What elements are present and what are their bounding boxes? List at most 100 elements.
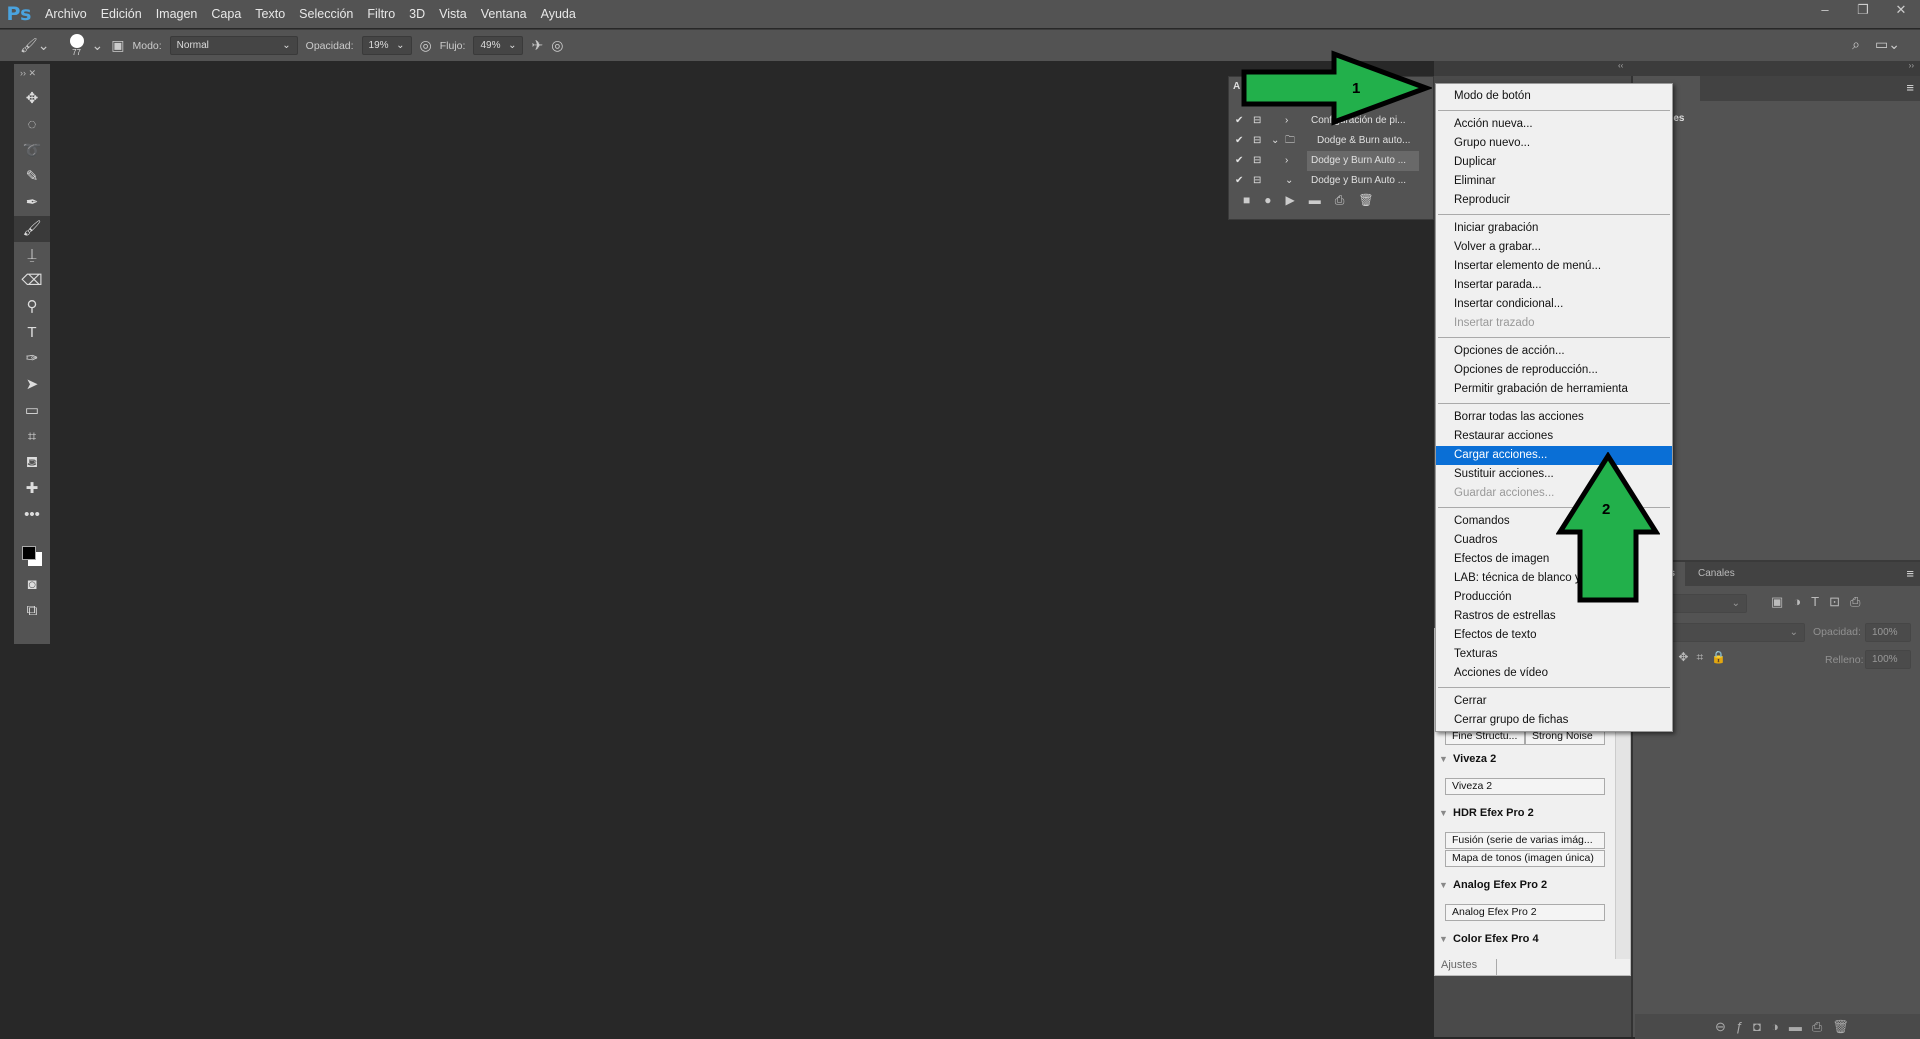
dialog-toggle-icon[interactable]: ⊟ bbox=[1253, 131, 1261, 151]
menu-9[interactable]: Ventana bbox=[474, 7, 534, 21]
type-tool-icon[interactable]: T bbox=[14, 320, 50, 346]
quick-mask-icon[interactable]: ◙ bbox=[14, 572, 50, 598]
checkmark-icon[interactable]: ✔ bbox=[1235, 171, 1243, 191]
quick-select-tool-icon[interactable]: ✎ bbox=[14, 164, 50, 190]
menu-item[interactable]: Insertar condicional... bbox=[1436, 295, 1672, 314]
fill-input[interactable]: 100% bbox=[1865, 650, 1911, 669]
pressure-opacity-icon[interactable]: ◎ bbox=[420, 37, 432, 54]
menu-0[interactable]: Archivo bbox=[38, 7, 94, 21]
workspace-icon[interactable]: ▭⌄ bbox=[1875, 36, 1900, 53]
checkmark-icon[interactable]: ✔ bbox=[1235, 131, 1243, 151]
nik-button[interactable]: Analog Efex Pro 2 bbox=[1445, 904, 1605, 921]
menu-item[interactable]: Acciones de vídeo bbox=[1436, 664, 1672, 683]
action-row[interactable]: ✔ ⊟ ⌄ Dodge y Burn Auto ... bbox=[1229, 171, 1419, 191]
rectangle-tool-icon[interactable]: ▭ bbox=[14, 398, 50, 424]
menu-item[interactable]: Texturas bbox=[1436, 645, 1672, 664]
eraser-tool-icon[interactable]: ⌫ bbox=[14, 268, 50, 294]
menu-item[interactable]: Reproducir bbox=[1436, 191, 1672, 210]
menu-item[interactable]: Grupo nuevo... bbox=[1436, 134, 1672, 153]
menu-item[interactable]: Efectos de texto bbox=[1436, 626, 1672, 645]
healing-tool-icon[interactable]: ✚ bbox=[14, 476, 50, 502]
nik-section-title[interactable]: Color Efex Pro 4 bbox=[1453, 933, 1539, 945]
menu-item[interactable]: Opciones de reproducción... bbox=[1436, 361, 1672, 380]
marquee-tool-icon[interactable]: ◌ bbox=[14, 112, 50, 138]
menu-2[interactable]: Imagen bbox=[149, 7, 205, 21]
crop-tool-icon[interactable]: ⌗ bbox=[14, 424, 50, 450]
dialog-toggle-icon[interactable]: ⊟ bbox=[1253, 171, 1261, 191]
menu-8[interactable]: Vista bbox=[432, 7, 474, 21]
minimize-button[interactable]: – bbox=[1806, 0, 1844, 22]
triangle-down-icon[interactable]: ▼ bbox=[1439, 808, 1448, 818]
nik-section-title[interactable]: Viveza 2 bbox=[1453, 753, 1496, 765]
action-row[interactable]: ✔ ⊟ › Dodge y Burn Auto ... bbox=[1229, 151, 1419, 171]
more-tool-icon[interactable]: ••• bbox=[14, 502, 50, 528]
checkmark-icon[interactable]: ✔ bbox=[1235, 151, 1243, 171]
menu-item[interactable]: Rastros de estrellas bbox=[1436, 607, 1672, 626]
mode-select[interactable]: Normal ⌄ bbox=[169, 36, 298, 55]
brush-tool-preset-icon[interactable]: 🖌⌄ bbox=[20, 37, 50, 54]
layer-opacity-input[interactable]: 100% bbox=[1865, 623, 1911, 642]
screen-mode-icon[interactable]: ⧉ bbox=[14, 598, 50, 624]
dialog-toggle-icon[interactable]: ⊟ bbox=[1253, 151, 1261, 171]
menu-item[interactable]: Insertar elemento de menú... bbox=[1436, 257, 1672, 276]
expand-icon[interactable]: ›› bbox=[1909, 61, 1914, 70]
menu-10[interactable]: Ayuda bbox=[534, 7, 583, 21]
menu-3[interactable]: Capa bbox=[204, 7, 248, 21]
tab-ajustes[interactable]: Ajustes bbox=[1437, 959, 1497, 975]
toolbar-collapse-icon[interactable]: ›› ✕ bbox=[14, 64, 50, 86]
layer-filter-icons[interactable]: ▣◑T⊡⎙ bbox=[1771, 594, 1870, 610]
menu-item[interactable]: Acción nueva... bbox=[1436, 115, 1672, 134]
brush-size-picker[interactable]: 77 bbox=[69, 34, 84, 57]
menu-item[interactable]: Insertar parada... bbox=[1436, 276, 1672, 295]
opacity-input[interactable]: 19% ⌄ bbox=[361, 36, 412, 55]
menu-item[interactable]: Duplicar bbox=[1436, 153, 1672, 172]
pen-tool-icon[interactable]: ✑ bbox=[14, 346, 50, 372]
foreground-color[interactable] bbox=[22, 546, 36, 560]
nik-section-title[interactable]: Analog Efex Pro 2 bbox=[1453, 879, 1547, 891]
eyedropper-tool-icon[interactable]: ✒ bbox=[14, 190, 50, 216]
menu-item[interactable]: Restaurar acciones bbox=[1436, 427, 1672, 446]
nik-section-title[interactable]: HDR Efex Pro 2 bbox=[1453, 807, 1534, 819]
menu-item[interactable]: Iniciar grabación bbox=[1436, 219, 1672, 238]
triangle-down-icon[interactable]: ▼ bbox=[1439, 754, 1448, 764]
triangle-down-icon[interactable]: ▼ bbox=[1439, 880, 1448, 890]
flow-input[interactable]: 49% ⌄ bbox=[473, 36, 524, 55]
search-icon[interactable]: ⌕ bbox=[1852, 36, 1860, 53]
nik-button[interactable]: Fusión (serie de varias imág... bbox=[1445, 832, 1605, 849]
lasso-tool-icon[interactable]: ➰ bbox=[14, 138, 50, 164]
panel-menu-icon[interactable]: ≡ bbox=[1906, 80, 1914, 95]
menu-5[interactable]: Selección bbox=[292, 7, 360, 21]
chevron-right-icon[interactable]: › bbox=[1285, 151, 1288, 171]
paint-bucket-tool-icon[interactable]: ⛾ bbox=[14, 450, 50, 476]
menu-item[interactable]: Cerrar bbox=[1436, 692, 1672, 711]
menu-item[interactable]: Cerrar grupo de fichas bbox=[1436, 711, 1672, 730]
triangle-down-icon[interactable]: ▼ bbox=[1439, 934, 1448, 944]
menu-7[interactable]: 3D bbox=[402, 7, 432, 21]
chevron-down-icon[interactable]: ⌄ bbox=[1271, 131, 1279, 151]
brush-tool-icon[interactable]: 🖌 bbox=[14, 216, 50, 242]
collapse-icon[interactable]: ‹‹ bbox=[1618, 61, 1623, 70]
chevron-down-icon[interactable]: ⌄ bbox=[1285, 171, 1293, 191]
close-button[interactable]: ✕ bbox=[1882, 0, 1920, 22]
menu-item[interactable]: Volver a grabar... bbox=[1436, 238, 1672, 257]
nik-button[interactable]: Mapa de tonos (imagen única) bbox=[1445, 850, 1605, 867]
move-tool-icon[interactable]: ✥ bbox=[14, 86, 50, 112]
brush-panel-icon[interactable]: ▣ bbox=[111, 37, 124, 54]
nik-button[interactable]: Viveza 2 bbox=[1445, 778, 1605, 795]
menu-item[interactable]: Opciones de acción... bbox=[1436, 342, 1672, 361]
menu-item[interactable]: Permitir grabación de herramienta bbox=[1436, 380, 1672, 399]
stamp-tool-icon[interactable]: ⍊ bbox=[14, 242, 50, 268]
dodge-tool-icon[interactable]: ⚲ bbox=[14, 294, 50, 320]
path-select-tool-icon[interactable]: ➤ bbox=[14, 372, 50, 398]
menu-item[interactable]: Borrar todas las acciones bbox=[1436, 408, 1672, 427]
color-swatches[interactable] bbox=[18, 542, 50, 572]
menu-item[interactable]: Modo de botón bbox=[1436, 87, 1672, 106]
action-row[interactable]: ✔ ⊟ ⌄ 🗀 Dodge & Burn auto... bbox=[1229, 131, 1419, 151]
airbrush-icon[interactable]: ✈ bbox=[531, 37, 543, 54]
menu-item[interactable]: Insertar trazado bbox=[1436, 314, 1672, 333]
menu-1[interactable]: Edición bbox=[94, 7, 149, 21]
pressure-size-icon[interactable]: ◎ bbox=[551, 37, 563, 54]
layers-footer-icons[interactable]: ⊖ƒ◘◑▬⎙🗑 bbox=[1635, 1014, 1920, 1039]
panel-menu-icon[interactable]: ≡ bbox=[1906, 566, 1914, 581]
chevron-down-icon[interactable]: ⌄ bbox=[92, 37, 104, 54]
